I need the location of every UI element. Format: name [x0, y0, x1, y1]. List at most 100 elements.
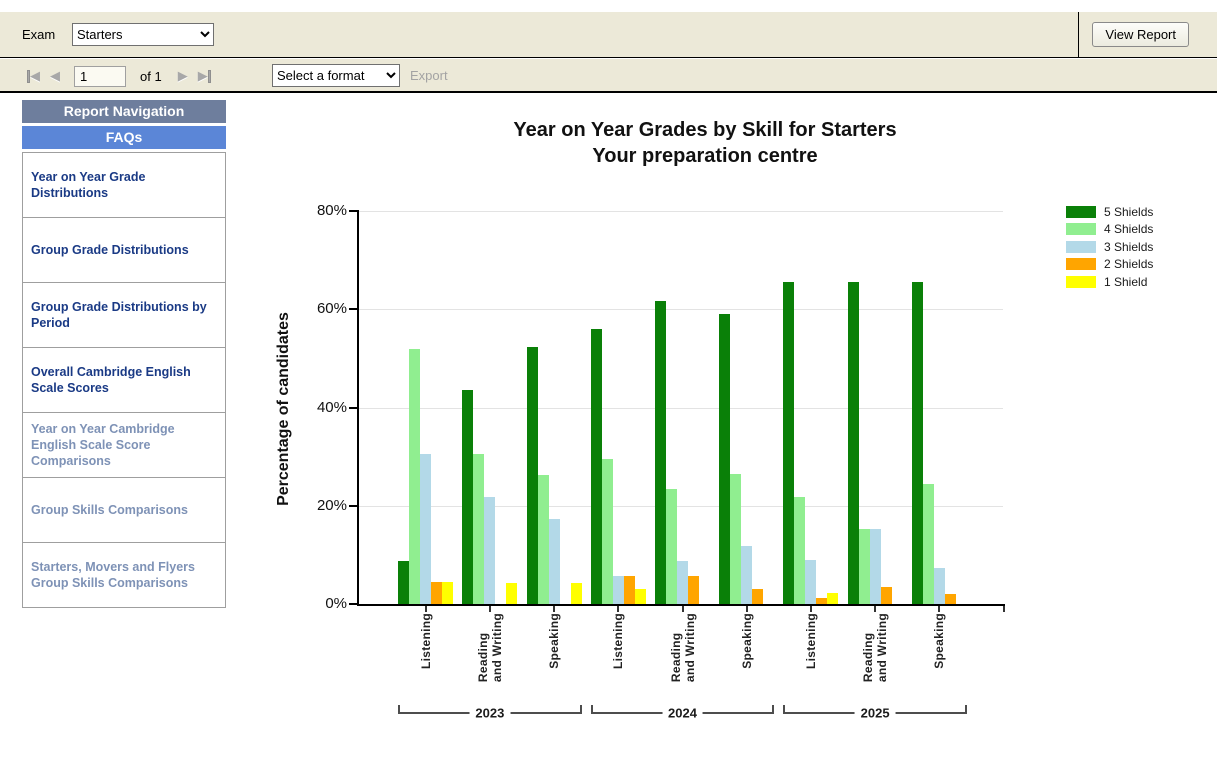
- y-axis-tick-label: 60%: [287, 300, 347, 317]
- bar-3-shields: [677, 561, 688, 604]
- chart-title-line1: Year on Year Grades by Skill for Starter…: [300, 117, 1110, 143]
- view-report-button[interactable]: View Report: [1092, 22, 1189, 47]
- x-axis-category-label: Reading and Writing: [669, 613, 697, 682]
- last-page-icon: ▶: [198, 68, 208, 84]
- x-axis-tick: [810, 606, 812, 612]
- y-axis-tick: [349, 308, 357, 310]
- exam-parameter-label: Exam: [22, 27, 55, 42]
- legend-item: 1 Shield: [1066, 273, 1147, 290]
- sidebar-item[interactable]: Starters, Movers and Flyers Group Skills…: [22, 542, 226, 608]
- x-axis-tick: [746, 606, 748, 612]
- sidebar-item[interactable]: Group Grade Distributions: [22, 217, 226, 283]
- sidebar-title: Report Navigation: [22, 100, 226, 123]
- x-axis-category-label: Listening: [804, 613, 818, 669]
- legend-item: 3 Shields: [1066, 238, 1153, 255]
- report-navigation-sidebar: Report Navigation FAQs Year on Year Grad…: [22, 100, 226, 608]
- bar-2-shields: [881, 587, 892, 604]
- bar-4-shields: [473, 454, 484, 604]
- y-axis-tick: [349, 603, 357, 605]
- bar-3-shields: [870, 529, 881, 604]
- bar-3-shields: [613, 576, 624, 604]
- bar-5-shields: [719, 314, 730, 604]
- legend-swatch-icon: [1066, 258, 1096, 270]
- bar-2-shields: [624, 576, 635, 604]
- bar-4-shields: [730, 474, 741, 604]
- export-format-select[interactable]: Select a format: [272, 64, 400, 87]
- bar-5-shields: [462, 390, 473, 604]
- y-axis-line: [357, 210, 359, 605]
- x-axis-tick: [425, 606, 427, 612]
- first-page-icon: ◀: [30, 68, 40, 84]
- sidebar-item-list: Year on Year Grade DistributionsGroup Gr…: [22, 152, 226, 608]
- legend-item: 5 Shields: [1066, 203, 1153, 220]
- bar-1-shield: [827, 593, 838, 604]
- bar-4-shields: [794, 497, 805, 604]
- bar-5-shields: [848, 282, 859, 604]
- next-page-icon: ▶: [178, 68, 188, 84]
- bar-5-shields: [912, 282, 923, 604]
- bar-5-shields: [783, 282, 794, 604]
- y-axis-title: Percentage of candidates: [275, 289, 293, 529]
- legend-swatch-icon: [1066, 276, 1096, 288]
- sidebar-item[interactable]: Overall Cambridge English Scale Scores: [22, 347, 226, 413]
- bar-5-shields: [398, 561, 409, 604]
- chart-title-line2: Your preparation centre: [300, 143, 1110, 169]
- y-axis-tick-label: 80%: [287, 202, 347, 219]
- x-axis-tick: [489, 606, 491, 612]
- x-axis-end-tick: [1003, 606, 1005, 612]
- x-axis-tick: [938, 606, 940, 612]
- bar-5-shields: [655, 301, 666, 604]
- previous-page-button[interactable]: ◀: [48, 66, 62, 86]
- sidebar-faqs-header[interactable]: FAQs: [22, 126, 226, 149]
- legend-label: 3 Shields: [1104, 240, 1153, 254]
- sidebar-item[interactable]: Group Skills Comparisons: [22, 477, 226, 543]
- last-page-button[interactable]: ▶: [196, 66, 213, 86]
- bar-3-shields: [805, 560, 816, 604]
- bar-4-shields: [859, 529, 870, 604]
- year-label: 2025: [855, 705, 896, 720]
- bar-3-shields: [484, 497, 495, 604]
- bar-3-shields: [741, 546, 752, 604]
- legend-label: 2 Shields: [1104, 257, 1153, 271]
- x-axis-tick: [553, 606, 555, 612]
- bar-1-shield: [506, 583, 517, 604]
- x-axis-category-label: Speaking: [932, 613, 946, 669]
- grid-line: [357, 211, 1003, 212]
- legend-swatch-icon: [1066, 241, 1096, 253]
- x-axis-category-label: Listening: [611, 613, 625, 669]
- next-page-button[interactable]: ▶: [176, 66, 190, 86]
- legend-label: 4 Shields: [1104, 222, 1153, 236]
- bar-4-shields: [923, 484, 934, 604]
- bar-1-shield: [571, 583, 582, 604]
- legend-item: 4 Shields: [1066, 221, 1153, 238]
- year-bracket: [591, 705, 774, 714]
- y-axis-tick-label: 20%: [287, 497, 347, 514]
- grid-line: [357, 408, 1003, 409]
- x-axis-tick: [874, 606, 876, 612]
- bar-4-shields: [602, 459, 613, 604]
- y-axis-tick-label: 40%: [287, 399, 347, 416]
- exam-select[interactable]: Starters: [72, 23, 214, 46]
- legend-swatch-icon: [1066, 223, 1096, 235]
- year-bracket: [783, 705, 966, 714]
- sidebar-item[interactable]: Group Grade Distributions by Period: [22, 282, 226, 348]
- current-page-input[interactable]: [74, 66, 126, 87]
- bar-1-shield: [635, 589, 646, 604]
- page-count-label: of 1: [140, 69, 162, 84]
- bar-2-shields: [688, 576, 699, 604]
- bar-1-shield: [442, 582, 453, 604]
- first-page-button[interactable]: ◀: [25, 66, 42, 86]
- y-axis-tick: [349, 407, 357, 409]
- bar-2-shields: [945, 594, 956, 604]
- y-axis-tick-label: 0%: [287, 595, 347, 612]
- x-axis-category-label: Reading and Writing: [476, 613, 504, 682]
- bar-4-shields: [538, 475, 549, 604]
- report-viewer-page: Exam Starters View Report ◀ ◀ of 1 ▶ ▶ S…: [0, 0, 1217, 760]
- year-label: 2024: [662, 705, 703, 720]
- bar-3-shields: [934, 568, 945, 604]
- last-page-icon: [208, 70, 211, 83]
- bar-2-shields: [431, 582, 442, 604]
- sidebar-item[interactable]: Year on Year Cambridge English Scale Sco…: [22, 412, 226, 478]
- sidebar-item[interactable]: Year on Year Grade Distributions: [22, 152, 226, 218]
- bar-2-shields: [752, 589, 763, 604]
